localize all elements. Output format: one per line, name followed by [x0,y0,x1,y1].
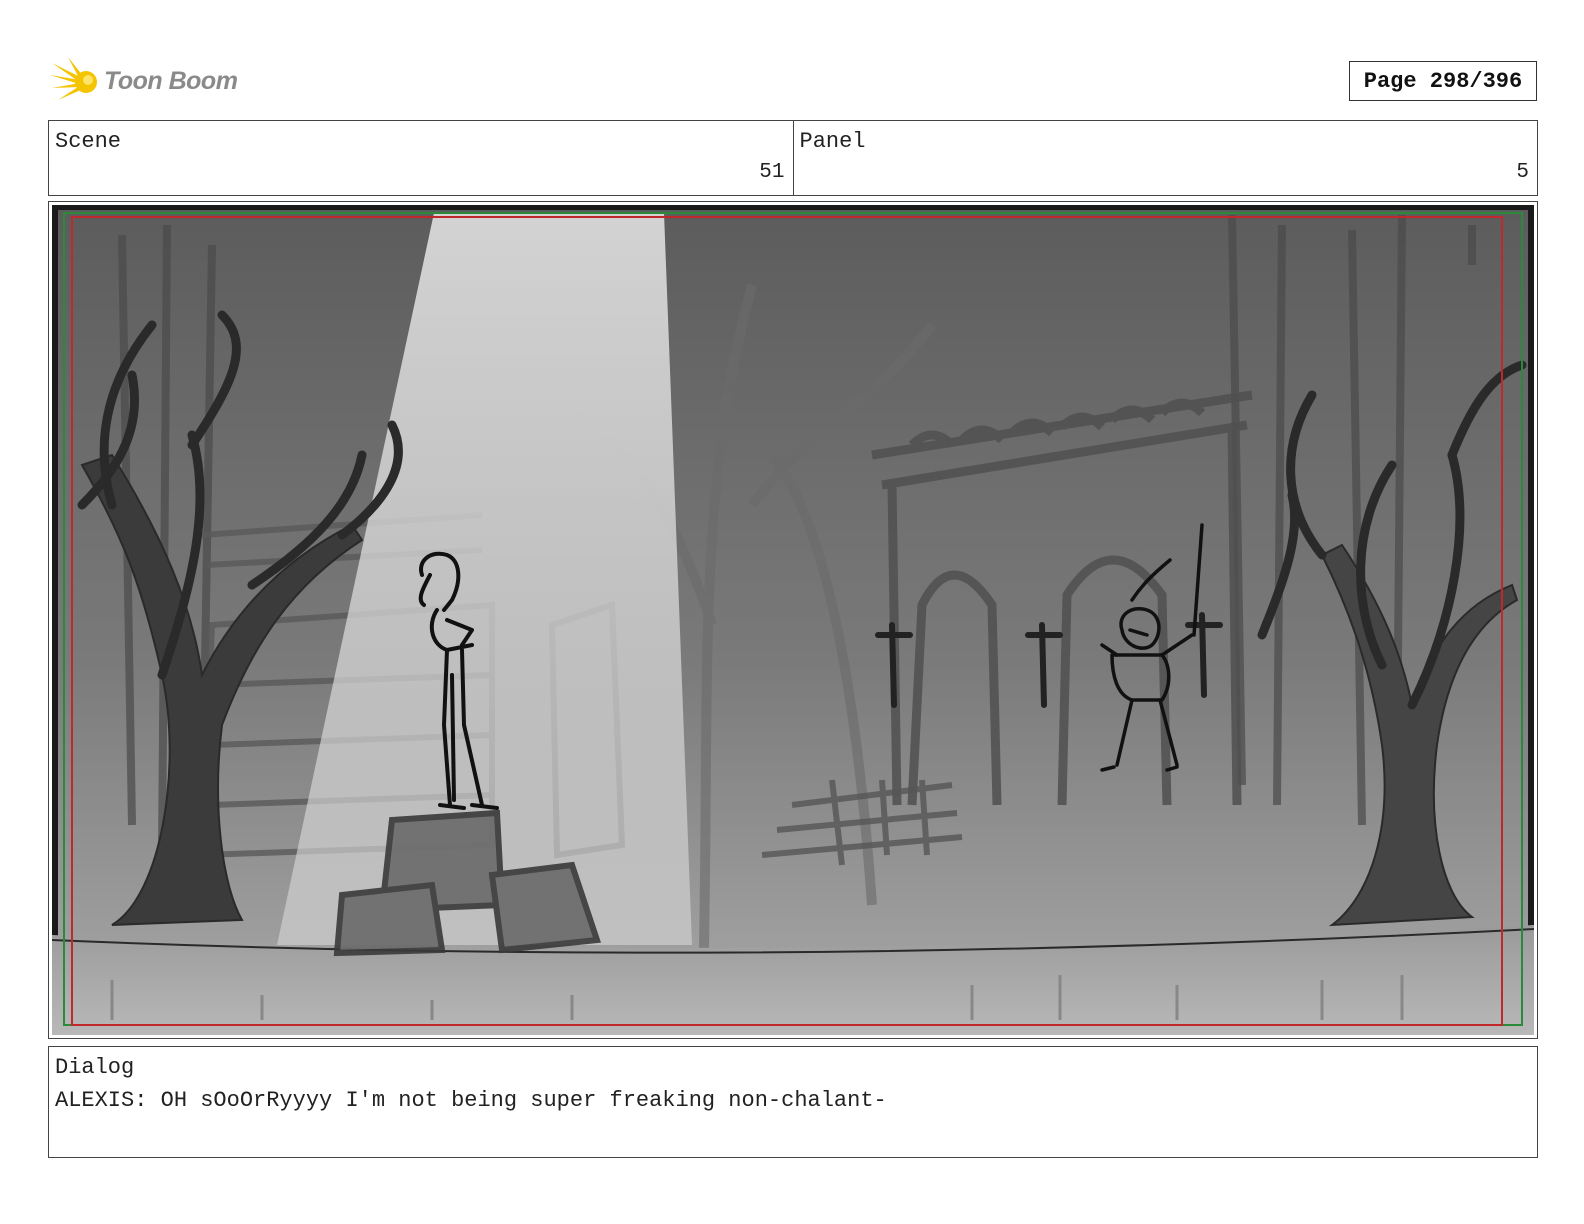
scene-panel-info: Scene 51 Panel 5 [48,120,1538,196]
panel-number: 5 [1516,161,1529,184]
scene-number: 51 [759,161,785,184]
scene-label: Scene [55,129,122,154]
star-burst-icon [50,57,97,100]
storyboard-panel [48,201,1538,1039]
page-number: Page 298/396 [1349,61,1537,101]
scene-cell: Scene 51 [49,121,793,195]
logo-text: Toon Boom [104,66,238,95]
dialog-label: Dialog [55,1055,135,1080]
toon-boom-logo: Toon Boom [50,55,250,107]
storyboard-drawing [52,205,1534,1035]
panel-label: Panel [799,129,866,154]
panel-cell: Panel 5 [792,121,1538,195]
dialog-text: ALEXIS: OH sOoOrRyyyy I'm not being supe… [55,1088,887,1113]
dialog-box: Dialog ALEXIS: OH sOoOrRyyyy I'm not bei… [48,1046,1538,1158]
